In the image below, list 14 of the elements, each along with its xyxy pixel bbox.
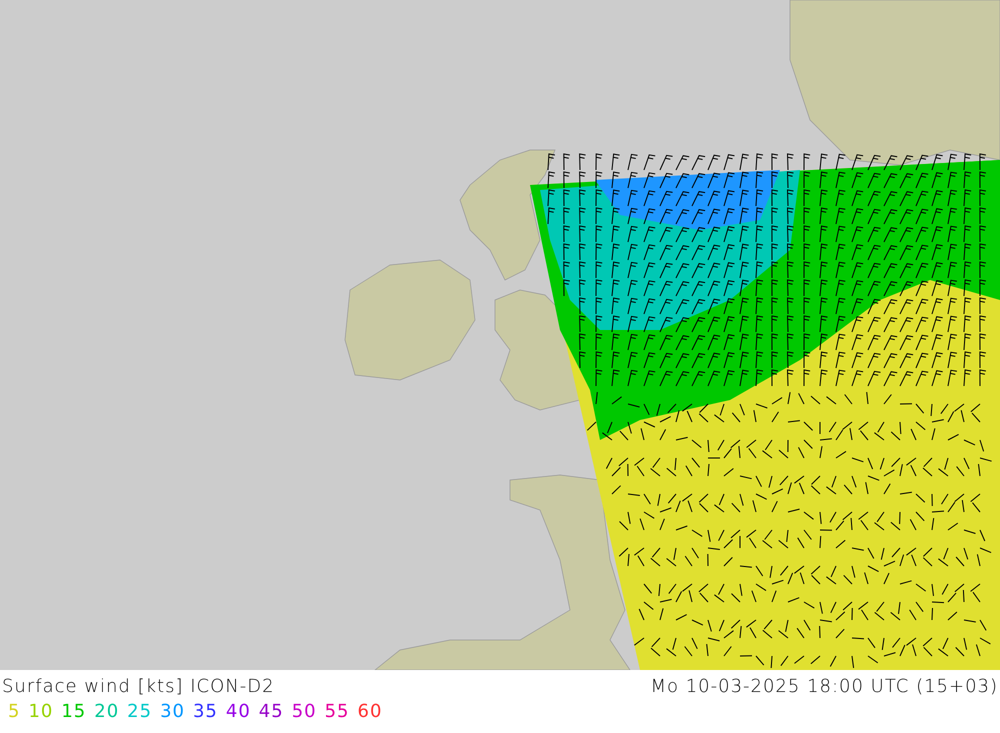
map-title: Surface wind [kts] ICON-D2 — [2, 676, 275, 697]
legend-value: 60 — [358, 701, 382, 722]
valid-time: Mo 10-03-2025 18:00 UTC (15+03) — [650, 676, 998, 697]
legend-value: 10 — [28, 701, 54, 722]
legend-value: 15 — [61, 701, 86, 722]
legend-value: 40 — [226, 701, 251, 722]
legend-value: 30 — [160, 701, 185, 722]
legend-value: 20 — [94, 701, 120, 722]
legend-value: 45 — [258, 701, 284, 722]
legend-value: 55 — [324, 701, 350, 722]
legend-value: 50 — [292, 701, 317, 722]
legend-value: 5 — [8, 701, 20, 722]
legend-value: 25 — [127, 701, 152, 722]
legend-value: 35 — [192, 701, 218, 722]
